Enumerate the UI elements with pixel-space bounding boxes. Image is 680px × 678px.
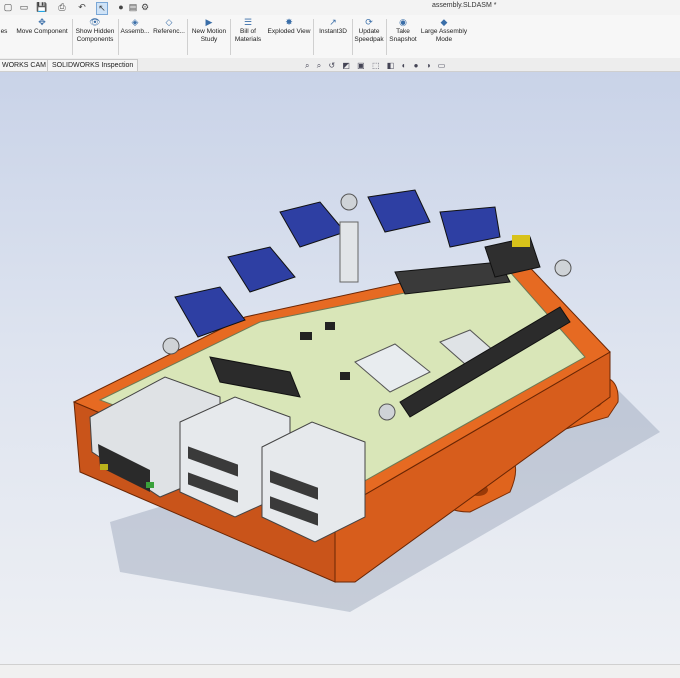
show-hidden-components-button[interactable]: 👁 Show Hidden Components xyxy=(74,17,116,44)
new-motion-study-icon: ▶ xyxy=(205,17,213,27)
ribbon-divider xyxy=(386,19,387,55)
screw-head xyxy=(162,337,180,355)
ribbon-divider xyxy=(187,19,188,55)
ribbon-divider xyxy=(118,19,119,55)
large-assembly-mode-button[interactable]: ◆ Large Assembly Mode xyxy=(420,17,468,44)
tab-solidworks-cam[interactable]: WORKS CAM xyxy=(0,59,51,71)
assembly-features-icon: ◈ xyxy=(131,17,139,27)
dynamic-annotation-icon[interactable]: ▣ xyxy=(357,61,365,70)
insert-components-label: es xyxy=(0,28,8,35)
undo-icon[interactable]: ↶ xyxy=(76,2,88,13)
ethernet-led xyxy=(100,464,108,470)
small-chip xyxy=(300,332,312,340)
standoff xyxy=(339,221,359,283)
heads-up-view-toolbar: ⌕ ⌕ ↺ ◩ ▣ ⬚ ◧ ◐ ● ◑ ▭ xyxy=(305,61,450,71)
print-icon[interactable]: ⎙ xyxy=(56,2,68,13)
zoom-to-fit-icon[interactable]: ⌕ xyxy=(305,61,309,71)
hide-show-items-icon[interactable]: ◐ xyxy=(402,61,407,70)
new-motion-study-label: New Motion Study xyxy=(191,28,227,43)
instant3d-icon: ↗ xyxy=(329,17,337,27)
instant3d-label: Instant3D xyxy=(319,28,347,35)
instant3d-button[interactable]: ↗ Instant3D xyxy=(315,17,351,36)
previous-view-icon[interactable]: ↺ xyxy=(328,61,335,70)
edit-appearance-icon[interactable]: ● xyxy=(414,61,419,70)
blue-connector xyxy=(279,201,346,248)
save-icon[interactable]: 💾 xyxy=(36,2,48,13)
reference-geometry-label: Referenc... xyxy=(153,28,185,35)
new-motion-study-button[interactable]: ▶ New Motion Study xyxy=(189,17,229,44)
blue-connector xyxy=(439,206,501,248)
audio-jack-accent xyxy=(512,235,530,247)
file-properties-icon[interactable]: ▤ xyxy=(128,2,138,13)
zoom-area-icon[interactable]: ⌕ xyxy=(317,61,321,71)
large-assembly-mode-icon: ◆ xyxy=(440,17,448,27)
take-snapshot-icon: ◉ xyxy=(399,17,407,27)
take-snapshot-button[interactable]: ◉ Take Snapshot xyxy=(388,17,418,44)
display-style-icon[interactable]: ◧ xyxy=(387,61,395,70)
section-view-icon[interactable]: ◩ xyxy=(342,61,350,70)
new-file-icon[interactable]: ▢ xyxy=(2,2,14,13)
graphics-area[interactable] xyxy=(0,72,680,664)
tab-solidworks-inspection[interactable]: SOLIDWORKS Inspection xyxy=(47,59,139,71)
exploded-view-icon: ✸ xyxy=(285,17,293,27)
screw-head xyxy=(340,193,358,211)
insert-components-icon xyxy=(0,17,10,27)
screw-head xyxy=(554,259,572,277)
exploded-view-button[interactable]: ✸ Exploded View xyxy=(265,17,313,36)
assembly-model[interactable] xyxy=(0,72,680,664)
bill-of-materials-button[interactable]: ☰ Bill of Materials xyxy=(232,17,264,44)
assembly-features-button[interactable]: ◈ Assemb... xyxy=(120,17,150,36)
bill-of-materials-icon: ☰ xyxy=(243,17,253,27)
reference-geometry-icon: ◇ xyxy=(165,17,173,27)
ribbon-divider xyxy=(230,19,231,55)
update-speedpak-icon: ⟳ xyxy=(365,17,373,27)
update-speedpak-label: Update Speedpak xyxy=(354,28,384,43)
small-chip xyxy=(340,372,350,380)
open-folder-icon[interactable]: ▭ xyxy=(18,2,30,13)
update-speedpak-button[interactable]: ⟳ Update Speedpak xyxy=(353,17,385,44)
ribbon-divider xyxy=(313,19,314,55)
select-icon[interactable]: ↖ xyxy=(96,2,108,15)
options-gear-icon[interactable]: ⚙ xyxy=(140,2,150,13)
apply-scene-icon[interactable]: ◑ xyxy=(426,61,431,70)
exploded-view-label: Exploded View xyxy=(267,28,311,35)
title-bar: ▢ ▭ 💾 ⎙ ↶ ↖ ● ▤ ⚙ assembly.SLDASM * xyxy=(0,0,680,16)
take-snapshot-label: Take Snapshot xyxy=(389,28,417,43)
assembly-features-label: Assemb... xyxy=(120,28,150,35)
reference-geometry-button[interactable]: ◇ Referenc... xyxy=(152,17,186,36)
ribbon-divider xyxy=(72,19,73,55)
screw-head xyxy=(378,403,396,421)
status-bar xyxy=(0,664,680,678)
large-assembly-mode-label: Large Assembly Mode xyxy=(420,28,468,43)
show-hidden-components-label: Show Hidden Components xyxy=(75,28,115,43)
blue-connector xyxy=(227,246,296,293)
bill-of-materials-label: Bill of Materials xyxy=(234,28,262,43)
show-hidden-components-icon: 👁 xyxy=(89,17,101,27)
view-orientation-icon[interactable]: ⬚ xyxy=(372,61,380,70)
move-component-label: Move Component xyxy=(16,28,68,35)
move-component-button[interactable]: ✥ Move Component xyxy=(14,17,70,36)
ethernet-led xyxy=(146,482,154,488)
command-manager-ribbon: es ✥ Move Component 👁 Show Hidden Compon… xyxy=(0,15,680,59)
blue-connector xyxy=(367,189,431,233)
move-component-icon: ✥ xyxy=(38,17,46,27)
document-title: assembly.SLDASM * xyxy=(432,2,497,9)
rebuild-icon[interactable]: ● xyxy=(116,2,126,13)
view-settings-icon[interactable]: ▭ xyxy=(438,61,446,70)
insert-components-button[interactable]: es xyxy=(0,17,10,36)
small-chip xyxy=(325,322,335,330)
